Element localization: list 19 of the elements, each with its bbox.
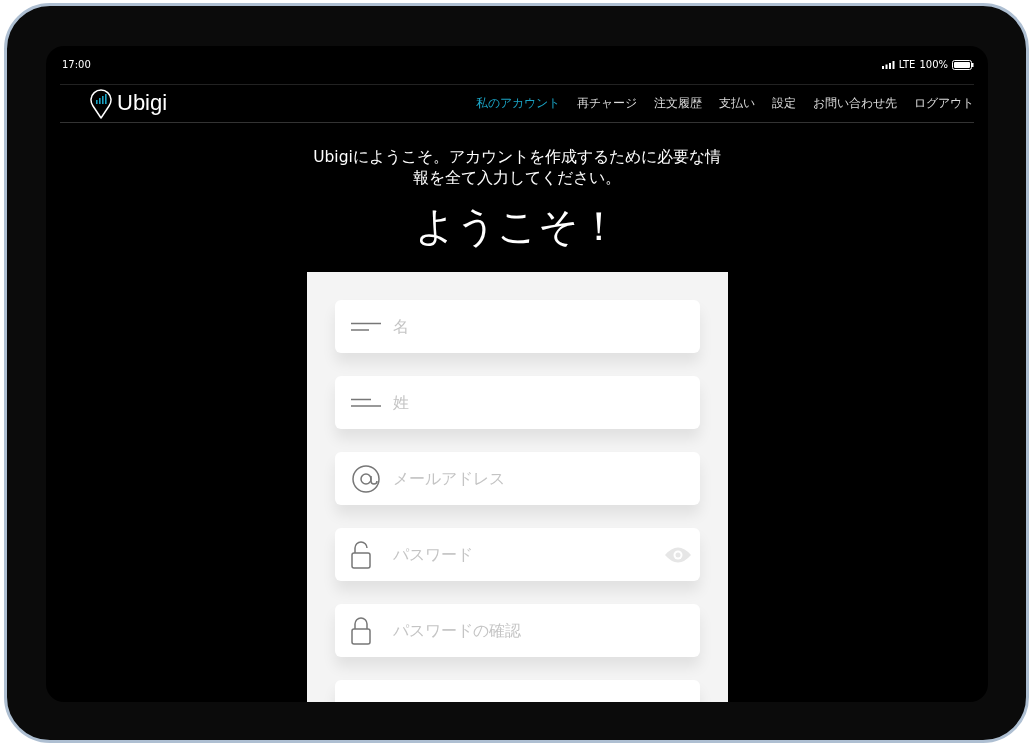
battery-label: 100%	[919, 59, 948, 71]
nav-link[interactable]: 私のアカウント	[476, 94, 560, 112]
eye-icon[interactable]	[663, 545, 692, 564]
status-time: 17:00	[62, 59, 91, 71]
nav-link[interactable]: 注文履歴	[654, 94, 702, 112]
nav-link[interactable]: 設定	[772, 94, 796, 112]
input-field[interactable]: 名	[334, 300, 700, 353]
nav-link[interactable]: お問い合わせ先	[813, 94, 897, 112]
nav-link[interactable]: ログアウト	[914, 94, 974, 112]
network-label: LTE	[898, 59, 916, 71]
input-field[interactable]: 姓	[334, 376, 700, 429]
nav-link[interactable]: 再チャージ	[577, 94, 637, 112]
location-pin-icon	[90, 87, 112, 120]
signal-icon	[881, 60, 895, 69]
intro-text: Ubigiにようこそ。アカウントを作成するために必要な情報を全て入力してください。	[313, 147, 721, 189]
battery-icon	[952, 59, 974, 70]
logo-text: Ubigi	[117, 90, 168, 117]
welcome-title: ようこそ！	[415, 202, 619, 251]
nav-link[interactable]: 支払い	[719, 94, 755, 112]
